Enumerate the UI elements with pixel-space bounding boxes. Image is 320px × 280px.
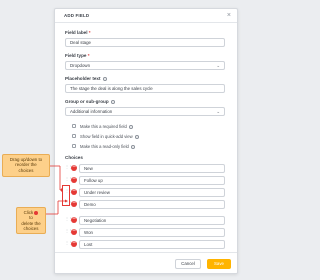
remove-choice-icon[interactable]: − (71, 228, 77, 235)
close-icon[interactable]: × (227, 11, 231, 20)
field-label-caption-text: Field label (65, 30, 88, 35)
choice-row: ⋮⋮ − Under review (65, 187, 225, 197)
option-label: Make this a read-only field (80, 143, 136, 149)
dialog-title: ADD FIELD (64, 13, 90, 18)
delete-callout-word: Click (23, 210, 34, 215)
placeholder-caption: Placeholder text (65, 76, 107, 81)
choice-input[interactable]: New (79, 163, 225, 173)
remove-choice-icon[interactable]: − (71, 216, 77, 223)
remove-choice-icon[interactable]: − (71, 200, 77, 207)
choice-row: ⋮⋮ − Won (65, 227, 225, 237)
choice-input[interactable]: Follow up (79, 175, 225, 185)
remove-choice-icon[interactable]: − (71, 240, 77, 247)
choice-row: ⋮⋮ − Demo (65, 199, 225, 209)
choice-input[interactable]: Demo (79, 199, 225, 209)
chevron-down-icon: ⌄ (216, 63, 220, 68)
option-label: Make this a required field (80, 124, 133, 129)
remove-choice-icon[interactable]: − (71, 188, 77, 195)
field-type-select[interactable]: Dropdown ⌄ (65, 61, 225, 70)
option-label-text: Make this a read-only field (80, 143, 129, 149)
drag-handle-highlight (62, 185, 70, 206)
drag-handle-icon[interactable]: ⋮⋮ (65, 216, 73, 223)
info-icon (102, 76, 107, 81)
dialog-footer: Cancel Save (55, 252, 237, 273)
option-label-text: Show field in quick-add view (80, 133, 133, 139)
choice-row: ⋮⋮ − Negotiation (65, 215, 225, 225)
info-icon (131, 144, 136, 149)
placeholder-input[interactable]: The stage the deal is along the sales cy… (65, 84, 225, 93)
option-label: Show field in quick-add view (80, 134, 139, 139)
add-field-dialog: ADD FIELD × Field label * Deal stage Fie… (54, 8, 238, 274)
field-type-caption-text: Field type (65, 53, 87, 58)
choice-input[interactable]: Won (79, 227, 225, 237)
field-type-value: Dropdown (70, 63, 91, 68)
delete-callout: Click to delete the choices (16, 207, 46, 234)
group-caption: Group or sub-group (65, 99, 115, 104)
drag-handle-icon[interactable]: ⋮⋮ (65, 240, 73, 247)
choice-input[interactable]: Lost (79, 239, 225, 249)
field-type-caption: Field type * (65, 53, 90, 58)
field-label-input[interactable]: Deal stage (65, 38, 225, 47)
drag-handle-icon[interactable]: ⋮⋮ (65, 164, 73, 171)
group-value: Additional information (70, 109, 113, 114)
required-marker: * (87, 53, 90, 58)
minus-circle-icon (34, 210, 39, 215)
choice-row: ⋮⋮ − New (65, 163, 225, 173)
info-icon (110, 99, 115, 104)
save-button[interactable]: Save (207, 259, 231, 269)
remove-choice-icon[interactable]: − (71, 164, 77, 171)
info-icon (128, 124, 133, 129)
reorder-callout: Drag up/down to reorder the choices (2, 154, 50, 177)
dialog-header: ADD FIELD × (55, 9, 237, 23)
field-label-caption: Field label * (65, 30, 91, 35)
choice-input[interactable]: Negotiation (79, 215, 225, 225)
placeholder-caption-text: Placeholder text (65, 76, 101, 81)
choice-row: ⋮⋮ − Lost (65, 239, 225, 249)
drag-handle-icon[interactable]: ⋮⋮ (65, 228, 73, 235)
chevron-down-icon: ⌄ (216, 109, 220, 114)
info-icon (134, 134, 139, 139)
group-caption-text: Group or sub-group (65, 99, 109, 104)
reorder-callout-line: choices (18, 167, 34, 173)
read-only-checkbox[interactable] (72, 144, 76, 148)
choice-row: ⋮⋮ − Follow up (65, 175, 225, 185)
required-marker: * (88, 30, 91, 35)
quick-add-checkbox[interactable] (72, 134, 76, 138)
remove-choice-icon[interactable]: − (71, 176, 77, 183)
delete-callout-line: choices (23, 226, 39, 232)
drag-handle-icon[interactable]: ⋮⋮ (65, 176, 73, 183)
cancel-button[interactable]: Cancel (175, 259, 201, 269)
choices-caption: Choices (65, 155, 83, 160)
group-select[interactable]: Additional information ⌄ (65, 107, 225, 116)
required-checkbox[interactable] (72, 124, 76, 128)
option-label-text: Make this a required field (80, 123, 127, 129)
choice-input[interactable]: Under review (79, 187, 225, 197)
